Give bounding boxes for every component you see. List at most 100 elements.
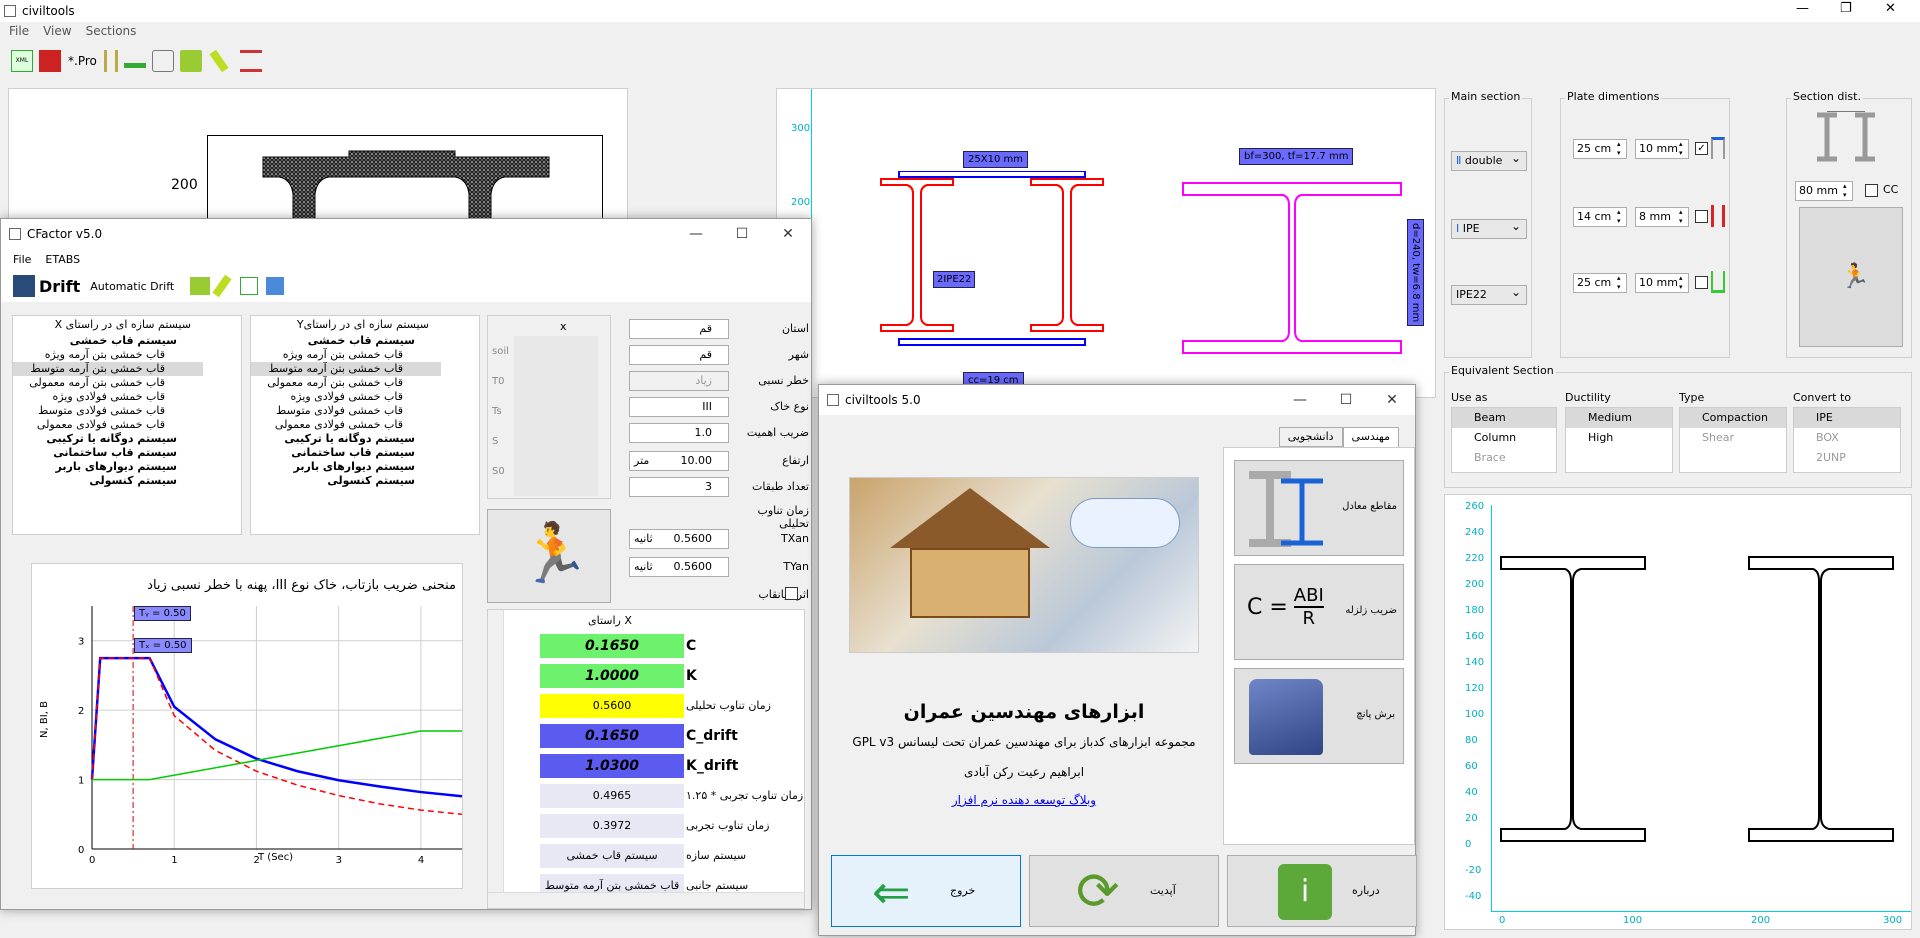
tab-engineering[interactable]: مهندسی [1342,427,1399,447]
excel-icon[interactable] [240,277,259,295]
plate3-width[interactable]: 25 cm [1573,273,1627,293]
word-icon[interactable] [266,277,285,295]
param-field[interactable]: III [629,397,729,417]
tree-y-item[interactable]: سیستم قاب ساختمانی [251,446,441,460]
minimize-button[interactable]: — [1796,1,1809,16]
marker-icon[interactable] [209,49,229,73]
cfactor-close[interactable]: ✕ [765,219,811,249]
tree-x-item[interactable]: قاب خمشی فولادی ویژه [13,390,203,404]
param-field[interactable]: قم [629,319,729,339]
tree-x-item[interactable]: سیستم کنسولی [13,474,203,488]
plate2-checkbox[interactable] [1695,210,1708,223]
tree-x-item[interactable]: سیستم قاب خمشی [13,334,203,348]
param-field[interactable]: 10.00 متر [629,451,729,471]
tab-student[interactable]: دانشجویی [1278,427,1343,447]
tree-y-item[interactable]: قاب خمشی فولادی ویژه [251,390,441,404]
plate1-width[interactable]: 25 cm [1573,139,1627,159]
tree-x-item[interactable]: قاب خمشی فولادی معمولی [13,418,203,432]
use-as-column[interactable]: Column [1452,428,1556,448]
pro-file-button[interactable]: *.Pro [68,54,97,68]
cfactor-minimize[interactable]: — [673,219,719,249]
convert-ipe[interactable]: IPE [1794,408,1900,428]
cfactor-run-button[interactable]: 🏃 [487,509,611,603]
param-field[interactable]: زیاد [629,371,729,391]
developer-blog-link[interactable]: وبلاگ توسعه دهنده نرم افزار [849,793,1199,807]
cfactor-menu-etabs[interactable]: ETABS [45,253,80,266]
tree-y-item[interactable]: سیستم دوگانه یا ترکیبی [251,432,441,446]
drift-button[interactable]: Drift [39,277,80,296]
tree-y-item[interactable]: قاب خمشی فولادی معمولی [251,418,441,432]
param-field[interactable]: 3 [629,477,729,497]
menu-sections[interactable]: Sections [86,24,137,42]
use-as-beam[interactable]: Beam [1452,408,1556,428]
about-button[interactable]: i درباره [1227,855,1417,927]
tree-y-item[interactable]: قاب خمشی بتن آرمه متوسط [251,362,441,376]
use-as-brace[interactable]: Brace [1452,448,1556,468]
plate-icon[interactable] [123,62,146,68]
pdf-icon[interactable] [39,50,61,72]
tree-y-item[interactable]: سیستم قاب خمشی [251,334,441,348]
tree-x-item[interactable]: سیستم دیوارهای باربر [13,460,203,474]
automatic-drift-button[interactable]: Automatic Drift [90,280,174,293]
ductility-medium[interactable]: Medium [1566,408,1672,428]
convert-2unp[interactable]: 2UNP [1794,448,1900,468]
tree-y-item[interactable]: قاب خمشی فولادی متوسط [251,404,441,418]
param-field[interactable]: 1.0 [629,423,729,443]
equivalent-sections-tool[interactable]: مقاطع معادل [1234,460,1404,556]
plate2-width[interactable]: 14 cm [1573,207,1627,227]
tree-x-item[interactable]: قاب خمشی بتن آرمه معمولی [13,376,203,390]
cc-checkbox[interactable] [1865,184,1878,197]
xml-icon[interactable]: XML [11,50,33,72]
tree-x-item[interactable]: قاب خمشی فولادی متوسط [13,404,203,418]
results-hscroll[interactable] [488,892,804,908]
tree-x-item[interactable]: قاب خمشی بتن آرمه متوسط [13,362,203,376]
etabs-icon[interactable] [13,275,35,297]
tree-y-item[interactable]: قاب خمشی بتن آرمه معمولی [251,376,441,390]
tree-y[interactable]: سیستم سازه ای در راستایY سیستم قاب خمشی ق… [250,315,480,535]
open-icon[interactable] [190,277,211,295]
param-field[interactable]: 0.5600 ثانیه [629,557,729,577]
menu-file[interactable]: File [9,24,29,42]
run-button[interactable]: 🏃 [1799,207,1903,347]
section-type-combo[interactable]: Ⅱ double [1451,149,1527,171]
plate2-thickness[interactable]: 8 mm [1635,207,1689,227]
type-shear[interactable]: Shear [1680,428,1786,448]
profile-combo[interactable]: I IPE [1451,217,1527,239]
cfactor-maximize[interactable]: ☐ [719,219,765,249]
ipe-section-icon[interactable] [103,50,118,72]
plate3-thickness[interactable]: 10 mm [1635,273,1689,293]
about-close[interactable]: ✕ [1369,385,1415,415]
seismic-coefficient-tool[interactable]: C = ABI R ضریب زلزله [1234,564,1404,660]
restore-button[interactable]: ❐ [1840,1,1852,16]
about-maximize[interactable]: ☐ [1323,385,1369,415]
update-button[interactable]: ⟳ آپدیت [1029,855,1219,927]
plate1-thickness[interactable]: 10 mm [1635,139,1689,159]
results-scrollbar[interactable] [488,610,504,892]
section-dist-input[interactable]: 80 mm [1795,181,1853,201]
param-field[interactable]: قم [629,345,729,365]
tree-x-item[interactable]: سیستم قاب ساختمانی [13,446,203,460]
tree-x[interactable]: سیستم سازه ای در راستای X سیستم قاب خمشی… [12,315,242,535]
close-button[interactable]: ✕ [1885,1,1896,16]
double-i-icon[interactable] [239,50,262,72]
size-combo[interactable]: IPE22 [1451,283,1527,305]
tree-x-item[interactable]: قاب خمشی بتن آرمه ویژه [13,348,203,362]
param-field[interactable]: 0.5600 ثانیه [629,529,729,549]
infill-checkbox[interactable] [785,587,798,600]
plate1-checkbox[interactable]: ✓ [1695,142,1708,155]
open-folder-icon[interactable] [179,50,202,72]
tree-y-item[interactable]: سیستم کنسولی [251,474,441,488]
tree-x-item[interactable]: سیستم دوگانه یا ترکیبی [13,432,203,446]
punching-shear-tool[interactable]: برش پانچ [1234,668,1404,764]
menu-view[interactable]: View [43,24,71,42]
convert-box[interactable]: BOX [1794,428,1900,448]
cfactor-menu-file[interactable]: File [13,253,31,266]
exit-button[interactable]: ⇐ خروج [831,855,1021,927]
tree-y-item[interactable]: قاب خمشی بتن آرمه ویژه [251,348,441,362]
highlighter-icon[interactable] [212,274,232,298]
tree-y-item[interactable]: سیستم دیوارهای باربر [251,460,441,474]
recycle-icon[interactable] [151,50,174,72]
type-compaction[interactable]: Compaction [1680,408,1786,428]
ductility-high[interactable]: High [1566,428,1672,448]
about-minimize[interactable]: — [1277,385,1323,415]
